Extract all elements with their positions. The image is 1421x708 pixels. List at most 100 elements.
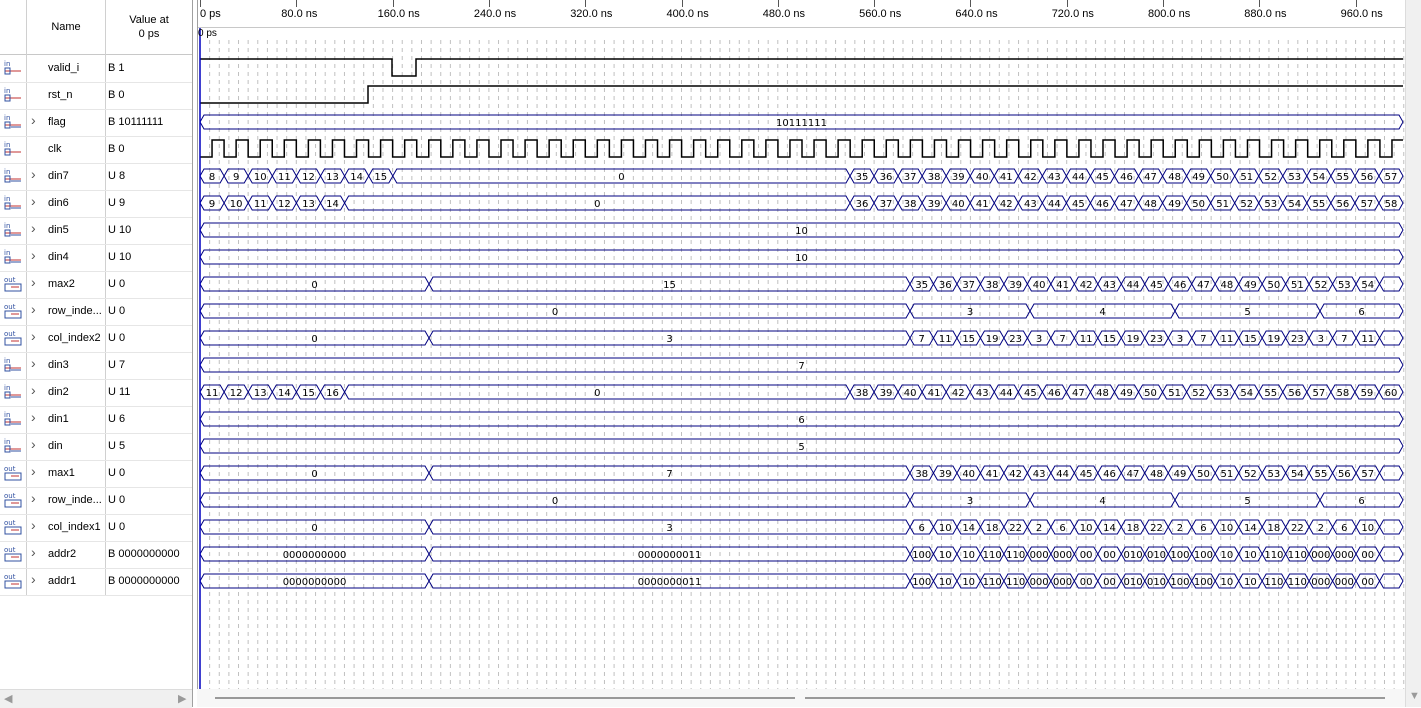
bus-value-label: 57	[1385, 172, 1398, 183]
bus-value-label: 3	[967, 496, 973, 507]
signal-row[interactable]: out › max2 U 0	[0, 271, 192, 299]
signal-value: U 0	[108, 278, 126, 290]
expand-chevron-icon[interactable]: ›	[31, 112, 36, 128]
hscroll-track[interactable]	[215, 697, 795, 699]
bus-value-label: 48	[1168, 172, 1181, 183]
expand-chevron-icon[interactable]: ›	[31, 301, 36, 317]
expand-chevron-icon[interactable]: ›	[31, 436, 36, 452]
input-pin-icon: in	[3, 59, 23, 77]
bus-value-label: 22	[1150, 523, 1163, 534]
waveform-canvas[interactable]: 101111118 9 10 11 12 13 14 15 0 35 36 37 38 39 40 41 42 4…	[198, 0, 1406, 689]
signal-row[interactable]: out › addr2 B 0000000000	[0, 541, 192, 569]
bus-value-label: 37	[904, 172, 917, 183]
signal-row[interactable]: in rst_n B 0	[0, 82, 192, 110]
signal-row[interactable]: out › row_inde... U 0	[0, 298, 192, 326]
bus-value-label: 22	[1291, 523, 1304, 534]
expand-chevron-icon[interactable]: ›	[31, 328, 36, 344]
expand-chevron-icon[interactable]: ›	[31, 355, 36, 371]
bus-value-label: 51	[1240, 172, 1253, 183]
bus-value-label: 10	[1080, 523, 1093, 534]
signal-row[interactable]: in › din U 5	[0, 433, 192, 461]
bus-value-label: 52	[1314, 280, 1327, 291]
bus-value-label: 000	[1311, 577, 1330, 588]
bus-value-label: 14	[962, 523, 975, 534]
signal-list-hscrollbar[interactable]: ◀ ▶	[0, 689, 192, 708]
bus-value-label: 2	[1036, 523, 1042, 534]
expand-chevron-icon[interactable]: ›	[31, 517, 36, 533]
bus-value-label: 22	[1009, 523, 1022, 534]
waveform-vscrollbar[interactable]: ▼	[1405, 0, 1421, 707]
signal-name: din	[48, 440, 63, 452]
signal-row[interactable]: in › din4 U 10	[0, 244, 192, 272]
bus-value-label: 35	[856, 172, 869, 183]
scroll-down-icon[interactable]: ▼	[1409, 690, 1420, 702]
scroll-left-icon[interactable]: ◀	[4, 692, 12, 705]
bus-value-label: 15	[1244, 334, 1257, 345]
value-column-header[interactable]: Value at 0 ps	[106, 0, 192, 54]
signal-row[interactable]: in › din1 U 6	[0, 406, 192, 434]
signal-value: U 9	[108, 197, 126, 209]
expand-chevron-icon[interactable]: ›	[31, 490, 36, 506]
signal-row[interactable]: in › flag B 10111111	[0, 109, 192, 137]
signal-row[interactable]: out › max1 U 0	[0, 460, 192, 488]
output-pin-icon: out	[3, 518, 23, 536]
expand-chevron-icon[interactable]: ›	[31, 247, 36, 263]
bus-value-label: 15	[302, 388, 315, 399]
bus-value-label: 10	[1221, 550, 1234, 561]
bus-value-label: 38	[856, 388, 869, 399]
bus-value-label: 47	[1072, 388, 1085, 399]
bus-value-label: 00	[1361, 577, 1374, 588]
bus-value-label: 55	[1264, 388, 1277, 399]
expand-chevron-icon[interactable]: ›	[31, 571, 36, 587]
input-pin-icon: in	[3, 167, 23, 185]
hscroll-thumb[interactable]	[805, 697, 1385, 699]
expand-chevron-icon[interactable]: ›	[31, 274, 36, 290]
bus-value-label: 45	[1150, 280, 1163, 291]
name-column-header[interactable]: Name	[26, 0, 106, 54]
bus-value-label: 00	[1080, 577, 1093, 588]
expand-chevron-icon[interactable]: ›	[31, 193, 36, 209]
expand-chevron-icon[interactable]: ›	[31, 544, 36, 560]
bus-value-label: 53	[1264, 199, 1277, 210]
bus-value-label: 110	[1288, 577, 1307, 588]
waveform-panel[interactable]: 10111111 8 9 10 11 12 13 14 15 0 35 36 37 38 39 40 41 42 4…	[197, 0, 1406, 707]
waveform-hscrollbar[interactable]	[197, 689, 1405, 707]
bus-value-label: 53	[1338, 280, 1351, 291]
signal-row[interactable]: in › din5 U 10	[0, 217, 192, 245]
time-ruler[interactable]: 0 ps 80.0 ns 160.0 ns 240.0 ns 320.0 ns 400.0…	[198, 0, 1406, 28]
input-pin-icon: in	[3, 113, 23, 131]
bus-value-label: 47	[1197, 280, 1210, 291]
ruler-tick-label: 480.0 ns	[762, 8, 805, 20]
expand-chevron-icon[interactable]: ›	[31, 463, 36, 479]
bus-value-label: 000	[1030, 577, 1049, 588]
signal-value: B 0	[108, 89, 125, 101]
signal-row[interactable]: in › din3 U 7	[0, 352, 192, 380]
expand-chevron-icon[interactable]: ›	[31, 166, 36, 182]
signal-row[interactable]: out › addr1 B 0000000000	[0, 568, 192, 596]
scroll-right-icon[interactable]: ▶	[178, 692, 186, 705]
ruler-tick-mark	[392, 0, 394, 7]
expand-chevron-icon[interactable]: ›	[31, 409, 36, 425]
output-pin-icon: out	[3, 302, 23, 320]
signal-row[interactable]: out › col_index2 U 0	[0, 325, 192, 353]
bus-value-label: 48	[1221, 280, 1234, 291]
expand-chevron-icon[interactable]: ›	[31, 382, 36, 398]
signal-row[interactable]: in clk B 0	[0, 136, 192, 164]
bus-value-label: 23	[1009, 334, 1022, 345]
signal-row[interactable]: out › col_index1 U 0	[0, 514, 192, 542]
bus-value-label: 0	[594, 388, 600, 399]
signal-row[interactable]: in › din2 U 11	[0, 379, 192, 407]
svg-text:out: out	[4, 303, 16, 311]
input-pin-icon: in	[3, 221, 23, 239]
expand-chevron-icon[interactable]: ›	[31, 220, 36, 236]
signal-row[interactable]: in › din6 U 9	[0, 190, 192, 218]
bus-value-label: 10	[962, 577, 975, 588]
signal-row[interactable]: in valid_i B 1	[0, 55, 192, 83]
signal-row[interactable]: out › row_inde... U 0	[0, 487, 192, 515]
signal-name: flag	[48, 116, 66, 128]
signal-row[interactable]: in › din7 U 8	[0, 163, 192, 191]
bus-value-label: 43	[976, 388, 989, 399]
bus-value-label: 10	[1361, 523, 1374, 534]
bus-value-label: 10	[795, 253, 808, 264]
signal-name: din4	[48, 251, 69, 263]
